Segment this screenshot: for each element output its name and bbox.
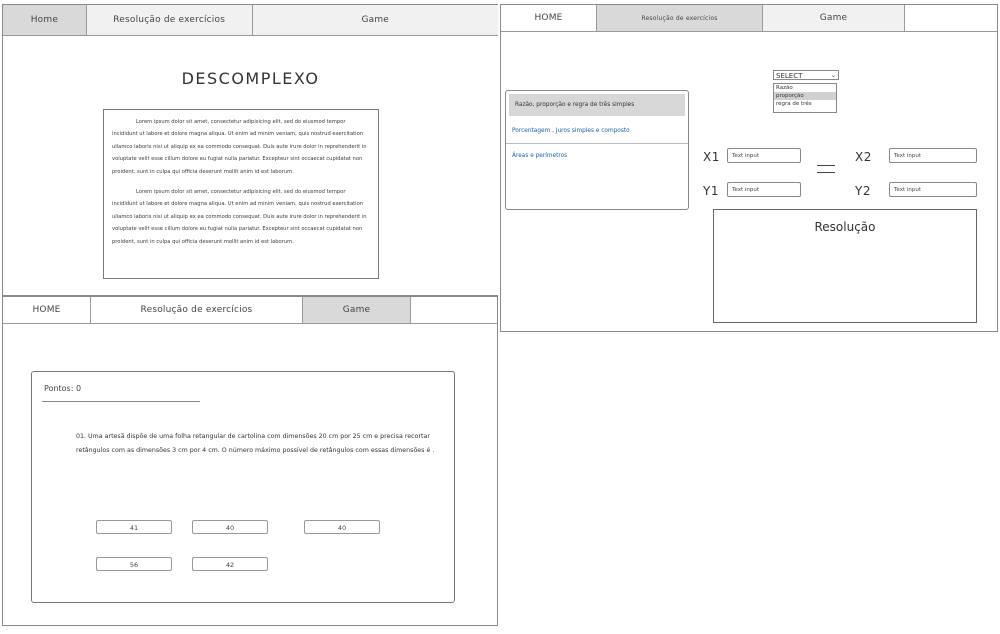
chevron-down-icon: ⌄: [830, 72, 836, 79]
question-card: Pontos: 0 01. Uma artesã dispõe de uma f…: [31, 371, 455, 603]
menu-item-razao[interactable]: Razão, proporção e regra de três simples: [509, 94, 685, 116]
answer-button-1[interactable]: 41: [96, 520, 172, 534]
select-value: SELECT: [776, 72, 803, 80]
menu-item-porcentagem[interactable]: Porcentagem , Juros simples e composto: [506, 119, 688, 144]
home-page-frame: Home Resolução de exercícios Game DESCOM…: [2, 4, 498, 296]
topic-menu: Razão, proporção e regra de três simples…: [505, 90, 689, 210]
top-nav: Home Resolução de exercícios Game: [3, 5, 498, 36]
exercises-page-frame: HOME Resolução de exercícios Game SELECT…: [500, 4, 998, 332]
tab-exercises[interactable]: Resolução de exercícios: [86, 5, 253, 35]
page-title: DESCOMPLEXO: [181, 69, 320, 88]
question-text: 01. Uma artesã dispõe de uma folha retan…: [76, 433, 435, 454]
option-proporcao[interactable]: proporção: [774, 92, 836, 100]
intro-paragraph-2: Lorem ipsum dolor sit amet, consectetur …: [112, 189, 367, 245]
select-options: Razão proporção regra de três: [773, 83, 837, 113]
equals-sign: [817, 165, 835, 175]
answer-button-5[interactable]: 42: [192, 557, 268, 571]
game-page-frame: HOME Resolução de exercícios Game Pontos…: [2, 296, 498, 626]
top-nav: HOME Resolução de exercícios Game: [3, 297, 497, 324]
option-regra-de-tres[interactable]: regra de três: [774, 100, 836, 108]
tab-game[interactable]: Game: [763, 5, 905, 31]
tab-home[interactable]: HOME: [501, 5, 597, 31]
tab-home[interactable]: Home: [3, 5, 87, 35]
tab-game[interactable]: Game: [252, 5, 498, 35]
topic-select[interactable]: SELECT ⌄: [773, 70, 839, 80]
x2-input[interactable]: Text input: [889, 148, 977, 163]
points-counter: Pontos: 0: [44, 384, 82, 393]
option-razao[interactable]: Razão: [774, 84, 836, 92]
tab-exercises[interactable]: Resolução de exercícios: [597, 5, 763, 31]
y2-input[interactable]: Text input: [889, 182, 977, 197]
tab-exercises[interactable]: Resolução de exercícios: [91, 297, 303, 323]
x2-label: X2: [855, 150, 872, 164]
top-nav: HOME Resolução de exercícios Game: [501, 5, 997, 32]
result-panel: Resolução: [713, 209, 977, 323]
result-title: Resolução: [814, 220, 876, 234]
answer-button-4[interactable]: 56: [96, 557, 172, 571]
y2-label: Y2: [855, 184, 871, 198]
y1-label: Y1: [703, 184, 719, 198]
y1-input[interactable]: Text input: [727, 182, 801, 197]
intro-text-box: Lorem ipsum dolor sit amet, consectetur …: [103, 109, 379, 279]
x1-label: X1: [703, 150, 720, 164]
answer-button-2[interactable]: 40: [192, 520, 268, 534]
answer-button-3[interactable]: 40: [304, 520, 380, 534]
points-divider: [42, 401, 200, 402]
x1-input[interactable]: Text input: [727, 148, 801, 163]
menu-item-areas[interactable]: Áreas e perímetros: [506, 144, 688, 168]
intro-paragraph-1: Lorem ipsum dolor sit amet, consectetur …: [112, 119, 367, 175]
tab-home[interactable]: HOME: [3, 297, 91, 323]
tab-game[interactable]: Game: [303, 297, 411, 323]
